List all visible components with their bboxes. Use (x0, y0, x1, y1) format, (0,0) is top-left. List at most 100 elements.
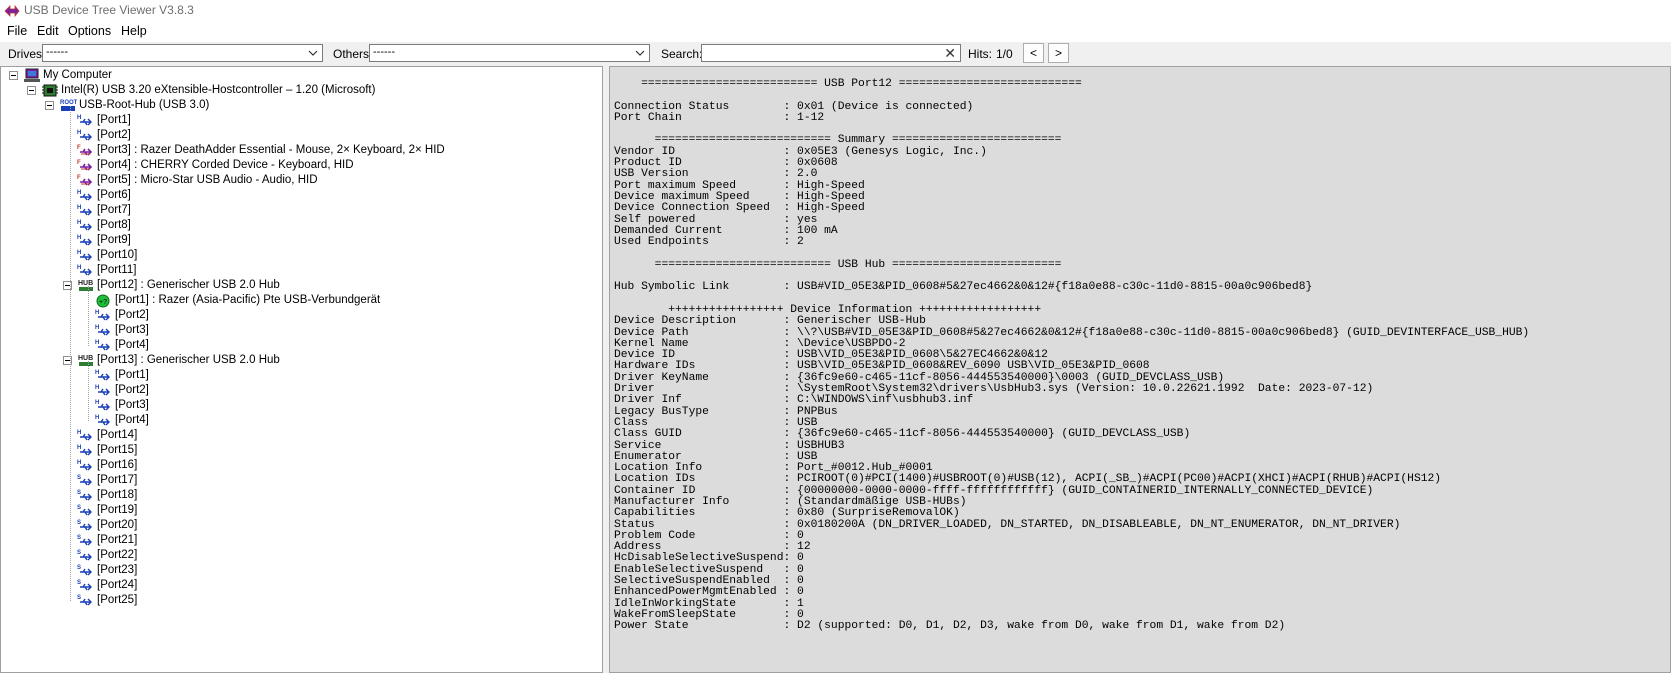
svg-text:S: S (77, 505, 81, 511)
tree-node-label: [Port25] (97, 594, 138, 606)
menu-file[interactable]: File (5, 24, 29, 38)
tree-node-port[interactable]: S [Port22] (1, 548, 601, 563)
tree-node-port[interactable]: H [Port9] (1, 233, 601, 248)
menu-edit[interactable]: Edit (35, 24, 61, 38)
tree-node-port[interactable]: H [Port1] (1, 113, 601, 128)
drives-label: Drives: (8, 47, 46, 61)
tree-node-port[interactable]: H [Port4] (1, 338, 601, 353)
tree-node-port[interactable]: S [Port17] (1, 473, 601, 488)
svg-text:H: H (95, 385, 99, 391)
tree-connector-line (70, 106, 71, 601)
tree-node-label: [Port17] (97, 474, 138, 486)
tree-node-label: [Port2] (97, 129, 131, 141)
collapse-toggle[interactable] (9, 71, 18, 80)
tree-node-label: [Port5] : Micro-Star USB Audio - Audio, … (97, 174, 318, 186)
tree-node-port[interactable]: H [Port1] (1, 368, 601, 383)
tree-node-port[interactable]: H [Port2] (1, 383, 601, 398)
tree-node-label: [Port7] (97, 204, 131, 216)
previous-hit-button[interactable]: < (1023, 43, 1044, 63)
svg-text:H: H (77, 430, 81, 436)
collapse-toggle[interactable] (27, 86, 36, 95)
toolbar: Drives: ------ Others: ------ Search: ✕ … (0, 42, 1671, 66)
detail-line: Vendor ID : 0x05E3 (Genesys Logic, Inc.) (614, 145, 987, 158)
detail-line: Kernel Name : \Device\USBPDO-2 (614, 337, 906, 350)
usb-empty-port-icon: H (95, 338, 113, 353)
usb-app-icon (4, 4, 20, 18)
tree-node-label: [Port18] (97, 489, 138, 501)
tree-node-label: [Port15] (97, 444, 138, 456)
drives-combo[interactable]: ------ (42, 44, 323, 62)
tree-node-port[interactable]: F [Port4] : CHERRY Corded Device - Keyboa… (1, 158, 601, 173)
tree-node-port[interactable]: H [Port6] (1, 188, 601, 203)
tree-node-port[interactable]: H [Port7] (1, 203, 601, 218)
detail-line: WakeFromSleepState : 0 (614, 608, 804, 621)
svg-text:F: F (77, 175, 81, 181)
tree-node-port[interactable]: S [Port24] (1, 578, 601, 593)
collapse-toggle[interactable] (45, 101, 54, 110)
tree-node-label: [Port4] : CHERRY Corded Device - Keyboar… (97, 159, 354, 171)
menu-options[interactable]: Options (66, 24, 113, 38)
detail-line: Service : USBHUB3 (614, 439, 845, 452)
tree-node-port[interactable]: S [Port25] (1, 593, 601, 608)
usb-empty-port-icon: H (95, 323, 113, 338)
tree-node-port[interactable]: H [Port3] (1, 398, 601, 413)
usb-device-port-icon: F (77, 158, 95, 173)
svg-text:H: H (77, 445, 81, 451)
device-tree[interactable]: My Computer Intel(R) USB 3.20 eXtensible-… (0, 66, 603, 673)
others-combo[interactable]: ------ (369, 44, 650, 62)
detail-line: Class : USB (614, 416, 818, 429)
usb-empty-port-icon: H (77, 248, 95, 263)
tree-node-root-hub[interactable]: ROOT USB-Root-Hub (USB 3.0) (1, 98, 601, 113)
usb-empty-port-icon: H (77, 458, 95, 473)
detail-line: Port Chain : 1-12 (614, 111, 825, 124)
tree-node-my-computer[interactable]: My Computer (1, 68, 601, 83)
tree-node-label: [Port20] (97, 519, 138, 531)
usb-empty-port-icon: H (77, 233, 95, 248)
root-hub-icon: ROOT (59, 98, 78, 113)
detail-line: Used Endpoints : 2 (614, 236, 804, 249)
tree-node-port[interactable]: H [Port2] (1, 308, 601, 323)
tree-node-port[interactable]: H [Port11] (1, 263, 601, 278)
tree-node-label: [Port12] : Generischer USB 2.0 Hub (97, 279, 280, 291)
svg-text:S: S (77, 595, 81, 601)
tree-node-port[interactable]: H [Port3] (1, 323, 601, 338)
tree-node-port[interactable]: S [Port20] (1, 518, 601, 533)
svg-text:S: S (77, 490, 81, 496)
detail-text: ========================== USB Port12 ==… (614, 78, 1529, 633)
tree-node-hub-port12[interactable]: HUB [Port12] : Generischer USB 2.0 Hub (1, 278, 601, 293)
usb-ss-port-icon: S (77, 488, 95, 503)
usb-ss-port-icon: S (77, 503, 95, 518)
usb-empty-port-icon: H (77, 263, 95, 278)
tree-node-port[interactable]: H [Port15] (1, 443, 601, 458)
tree-node-port[interactable]: S [Port21] (1, 533, 601, 548)
tree-node-port[interactable]: S [Port19] (1, 503, 601, 518)
svg-text:H: H (77, 205, 81, 211)
tree-node-host-controller[interactable]: Intel(R) USB 3.20 eXtensible-Hostcontrol… (1, 83, 601, 98)
tree-node-port[interactable]: F [Port5] : Micro-Star USB Audio - Audio,… (1, 173, 601, 188)
tree-node-port[interactable]: H [Port16] (1, 458, 601, 473)
tree-node-port[interactable]: H [Port2] (1, 128, 601, 143)
tree-node-port[interactable]: H [Port8] (1, 218, 601, 233)
tree-connector-line (88, 286, 89, 346)
clear-search-icon[interactable]: ✕ (944, 45, 956, 61)
tree-node-port[interactable]: H [Port4] (1, 413, 601, 428)
tree-node-port[interactable]: H [Port10] (1, 248, 601, 263)
svg-text:S: S (77, 475, 81, 481)
svg-text:H: H (95, 400, 99, 406)
usb-hub-icon: HUB (77, 278, 95, 293)
usb-empty-port-icon: H (77, 113, 95, 128)
usb-empty-port-icon: H (77, 443, 95, 458)
tree-node-port[interactable]: H [Port14] (1, 428, 601, 443)
menu-help[interactable]: Help (119, 24, 149, 38)
tree-node-port[interactable]: F [Port3] : Razer DeathAdder Essential - … (1, 143, 601, 158)
tree-node-port[interactable]: +? [Port1] : Razer (Asia-Pacific) Pte USB… (1, 293, 601, 308)
usb-ss-port-icon: S (77, 473, 95, 488)
tree-node-hub-port13[interactable]: HUB [Port13] : Generischer USB 2.0 Hub (1, 353, 601, 368)
detail-pane[interactable]: ========================== USB Port12 ==… (609, 66, 1671, 673)
tree-node-port[interactable]: S [Port23] (1, 563, 601, 578)
next-hit-button[interactable]: > (1048, 43, 1069, 63)
tree-node-port[interactable]: S [Port18] (1, 488, 601, 503)
usb-ss-port-icon: S (77, 578, 95, 593)
search-input[interactable]: ✕ (701, 44, 961, 62)
tree-node-label: [Port22] (97, 549, 138, 561)
